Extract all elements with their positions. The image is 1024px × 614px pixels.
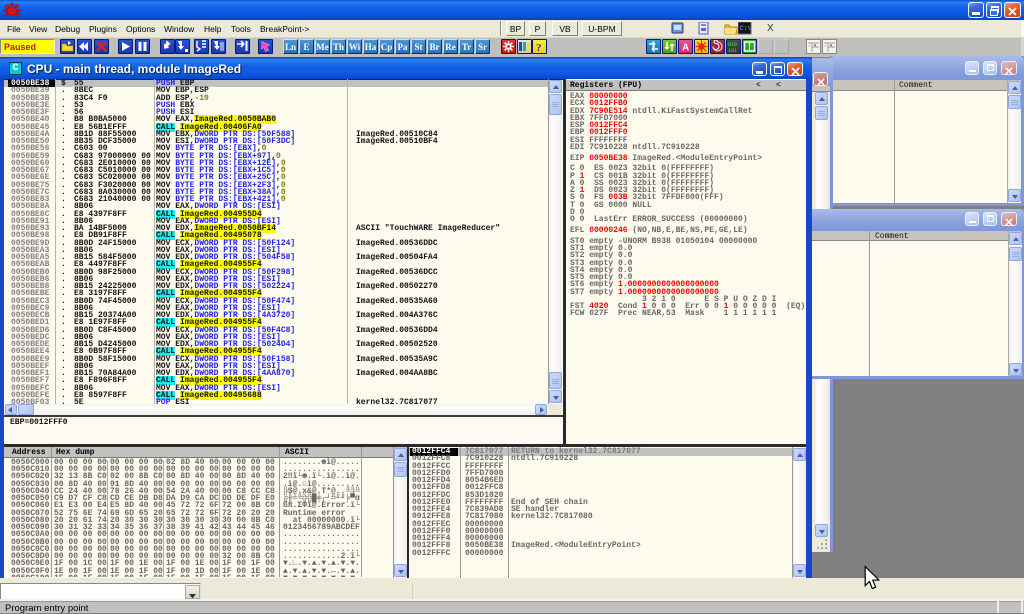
svg-text:?: ? — [536, 42, 542, 53]
svg-text:A: A — [682, 43, 689, 54]
svg-text:C:\: C:\ — [740, 25, 751, 32]
svg-text:101: 101 — [728, 48, 737, 53]
